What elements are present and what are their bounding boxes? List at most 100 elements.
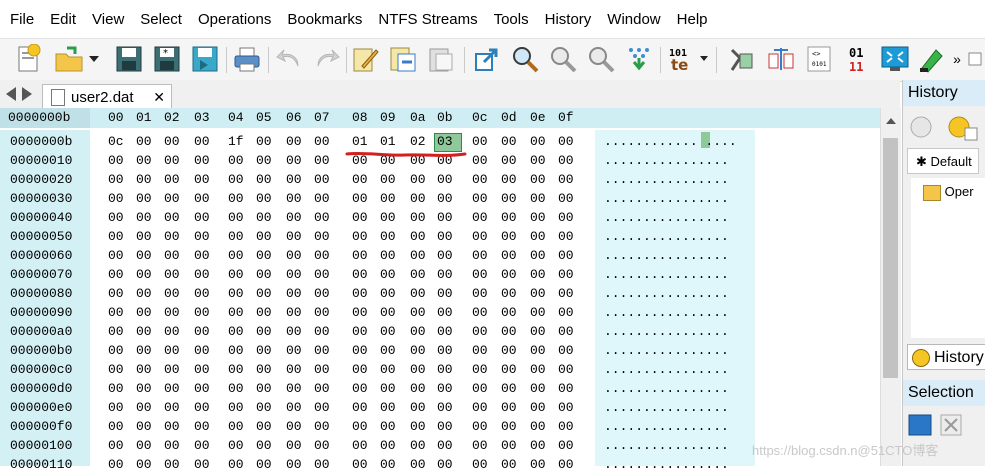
find-icon[interactable]	[508, 42, 542, 76]
ascii-text[interactable]: ................	[604, 265, 729, 284]
hex-byte[interactable]: 00	[314, 322, 330, 341]
tab-next-icon[interactable]	[22, 87, 32, 101]
hex-byte[interactable]: 00	[164, 303, 180, 322]
copy-icon[interactable]	[386, 42, 420, 76]
open-dropdown-icon[interactable]	[86, 42, 102, 76]
hex-byte[interactable]: 00	[380, 189, 396, 208]
hex-byte[interactable]: 00	[286, 417, 302, 436]
hex-byte[interactable]: 00	[108, 322, 124, 341]
hex-byte[interactable]: 00	[352, 360, 368, 379]
hex-byte[interactable]: 00	[558, 360, 574, 379]
hex-byte[interactable]: 00	[136, 227, 152, 246]
hex-byte[interactable]: 00	[410, 417, 426, 436]
hex-byte[interactable]: 00	[164, 360, 180, 379]
hex-byte[interactable]: 00	[194, 398, 210, 417]
hex-byte[interactable]: 00	[256, 398, 272, 417]
hex-byte[interactable]: 00	[472, 170, 488, 189]
hex-byte[interactable]: 00	[256, 322, 272, 341]
hex-byte[interactable]: 00	[501, 398, 517, 417]
hex-byte[interactable]: 00	[558, 398, 574, 417]
hex-byte[interactable]: 00	[256, 417, 272, 436]
hex-byte[interactable]: 00	[380, 284, 396, 303]
hex-byte[interactable]: 00	[136, 341, 152, 360]
hex-byte[interactable]: 00	[314, 246, 330, 265]
hex-byte[interactable]: 0c	[108, 132, 124, 151]
hex-byte[interactable]: 00	[136, 189, 152, 208]
hex-byte[interactable]: 00	[136, 436, 152, 455]
hex-byte[interactable]: 00	[410, 208, 426, 227]
hex-byte[interactable]: 00	[501, 303, 517, 322]
hex-byte[interactable]: 00	[164, 246, 180, 265]
hex-byte[interactable]: 00	[314, 436, 330, 455]
hex-byte[interactable]: 00	[352, 379, 368, 398]
hex-byte[interactable]: 00	[164, 455, 180, 474]
hex-byte[interactable]: 00	[108, 398, 124, 417]
menu-edit[interactable]: Edit	[40, 11, 82, 28]
hex-byte[interactable]: 00	[437, 246, 453, 265]
hex-byte[interactable]: 00	[410, 455, 426, 474]
hex-byte[interactable]: 00	[530, 322, 546, 341]
hex-byte[interactable]: 00	[314, 303, 330, 322]
hex-byte[interactable]: 00	[194, 227, 210, 246]
hex-byte[interactable]: 00	[286, 398, 302, 417]
hex-byte[interactable]: 00	[380, 322, 396, 341]
hex-byte[interactable]: 00	[501, 284, 517, 303]
hex-byte[interactable]: 00	[437, 170, 453, 189]
hex-byte[interactable]: 00	[558, 265, 574, 284]
hex-byte[interactable]: 00	[108, 208, 124, 227]
hex-byte[interactable]: 00	[228, 417, 244, 436]
hex-byte[interactable]: 00	[194, 208, 210, 227]
save-icon[interactable]	[112, 42, 146, 76]
hex-byte[interactable]: 00	[136, 379, 152, 398]
hex-byte[interactable]: 00	[437, 341, 453, 360]
hex-byte[interactable]: 00	[472, 189, 488, 208]
hex-byte[interactable]: 00	[286, 455, 302, 474]
hex-byte[interactable]: 00	[314, 455, 330, 474]
hex-byte[interactable]: 00	[558, 436, 574, 455]
hex-byte[interactable]: 00	[314, 398, 330, 417]
hex-byte[interactable]: 00	[136, 246, 152, 265]
hex-byte[interactable]: 00	[194, 379, 210, 398]
hex-byte[interactable]: 00	[108, 341, 124, 360]
hex-byte[interactable]: 00	[194, 246, 210, 265]
hex-byte[interactable]: 00	[286, 227, 302, 246]
hex-byte[interactable]: 00	[472, 284, 488, 303]
hex-byte[interactable]: 00	[410, 284, 426, 303]
hex-byte[interactable]: 00	[314, 132, 330, 151]
hex-byte[interactable]: 00	[314, 284, 330, 303]
hex-byte[interactable]: 00	[380, 227, 396, 246]
hex-byte[interactable]: 00	[352, 398, 368, 417]
hex-byte[interactable]: 00	[164, 436, 180, 455]
hex-byte[interactable]: 00	[472, 227, 488, 246]
fullscreen-icon[interactable]	[878, 42, 912, 76]
hex-byte[interactable]: 00	[136, 151, 152, 170]
hex-byte[interactable]: 00	[501, 455, 517, 474]
hex-byte[interactable]: 00	[501, 322, 517, 341]
toolbar-overflow-icon[interactable]: »	[950, 42, 964, 76]
hex-byte[interactable]: 00	[136, 132, 152, 151]
hex-byte[interactable]: 00	[558, 227, 574, 246]
hex-byte[interactable]: 00	[558, 379, 574, 398]
hex-byte[interactable]: 00	[352, 341, 368, 360]
hex-byte[interactable]: 00	[228, 322, 244, 341]
hex-byte[interactable]: 00	[164, 322, 180, 341]
history-tab-button[interactable]: History	[907, 344, 985, 370]
hex-byte[interactable]: 00	[256, 284, 272, 303]
hex-byte[interactable]: 00	[108, 284, 124, 303]
hex-byte[interactable]: 00	[558, 341, 574, 360]
vertical-scrollbar[interactable]	[880, 108, 901, 466]
hex-byte[interactable]: 00	[558, 246, 574, 265]
ascii-text[interactable]: ................	[604, 284, 729, 303]
hex-byte[interactable]: 00	[410, 379, 426, 398]
hex-byte[interactable]: 00	[501, 341, 517, 360]
hex-byte[interactable]: 00	[380, 436, 396, 455]
hex-byte[interactable]: 00	[558, 455, 574, 474]
highlight-icon[interactable]	[914, 42, 948, 76]
hex-byte[interactable]: 00	[256, 208, 272, 227]
ascii-text[interactable]: ................	[604, 151, 729, 170]
menu-tools[interactable]: Tools	[484, 11, 535, 28]
hex-byte[interactable]: 00	[352, 417, 368, 436]
hex-byte[interactable]: 00	[164, 208, 180, 227]
hex-byte[interactable]: 00	[558, 322, 574, 341]
hex-byte[interactable]: 00	[380, 398, 396, 417]
